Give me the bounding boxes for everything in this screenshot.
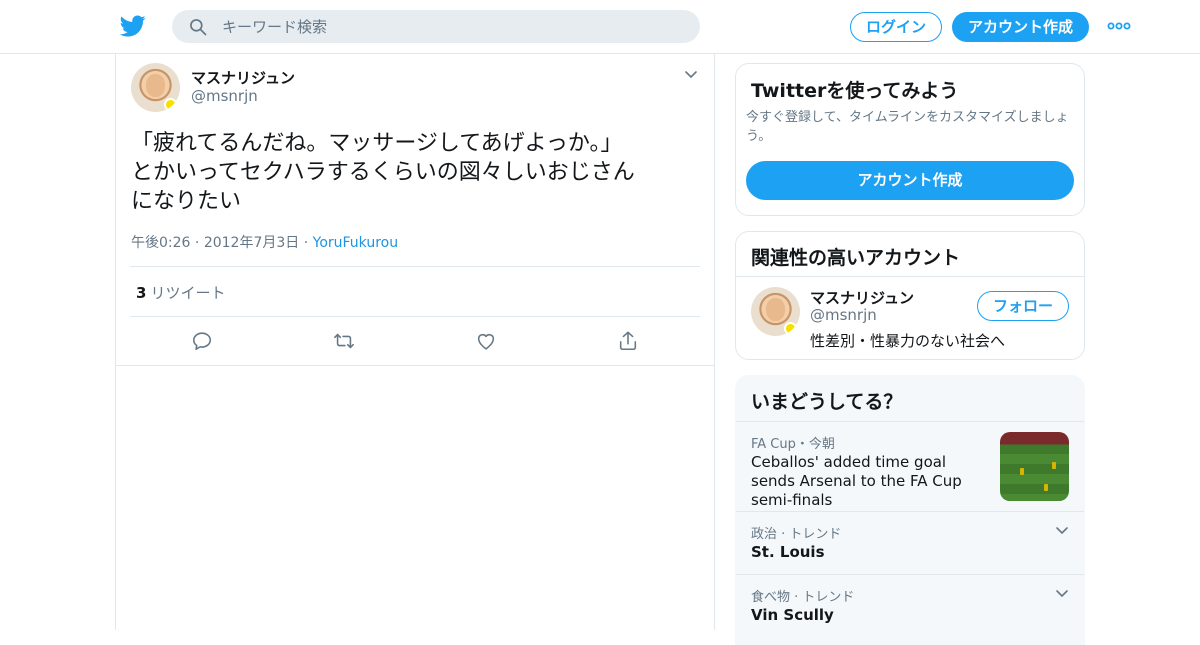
trend-title: Ceballos' added time goal sends Arsenal … — [751, 453, 962, 509]
follow-button[interactable]: フォロー — [977, 291, 1069, 321]
trend-thumbnail-image — [1000, 432, 1069, 501]
tweet-source-link[interactable]: YoruFukurou — [313, 235, 398, 251]
top-navigation-bar: ログイン アカウント作成 — [0, 0, 1200, 54]
tweet-timestamp: 午後0:26 · 2012年7月3日 · YoruFukurou — [131, 232, 398, 252]
signup-card: Twitterを使ってみよう 今すぐ登録して、タイムラインをカスタマイズしましょ… — [735, 63, 1085, 216]
signup-card-title: Twitterを使ってみよう — [751, 80, 959, 102]
share-icon[interactable] — [617, 330, 639, 352]
tweet-column: マスナリジュン @msnrjn 「疲れてるんだね。マッサージしてあげよっか。」 … — [115, 54, 715, 630]
more-dots-icon[interactable] — [1107, 20, 1131, 32]
trend-item[interactable]: 政治 · トレンド St. Louis — [736, 511, 1084, 574]
author-name[interactable]: マスナリジュン — [191, 67, 295, 88]
divider — [116, 365, 714, 366]
author-handle[interactable]: @msnrjn — [191, 87, 258, 105]
related-account-name[interactable]: マスナリジュン — [810, 287, 914, 308]
trend-title: St. Louis — [751, 543, 825, 561]
login-button[interactable]: ログイン — [850, 12, 942, 42]
trend-item[interactable]: FA Cup・今朝 Ceballos' added time goal send… — [736, 421, 1084, 511]
tweet-text: 「疲れてるんだね。マッサージしてあげよっか。」 とかいってセクハラするくらいの図… — [131, 131, 635, 214]
reply-icon[interactable] — [191, 330, 213, 352]
like-icon[interactable] — [475, 330, 497, 352]
meta-separator: · — [303, 235, 313, 251]
retweet-label: リツイート — [150, 284, 226, 302]
trend-item[interactable]: 食べ物 · トレンド Vin Scully — [736, 574, 1084, 644]
retweet-stats[interactable]: 3 リツイート — [136, 282, 225, 303]
tweet-time[interactable]: 午後0:26 — [131, 235, 190, 251]
tweet-date[interactable]: 2012年7月3日 — [204, 235, 299, 251]
avatar[interactable] — [131, 63, 180, 112]
trend-meta: FA Cup・今朝 — [751, 437, 835, 452]
avatar[interactable] — [751, 287, 800, 336]
divider — [130, 266, 700, 267]
related-account-bio: 性差別・性暴力のない社会へ — [810, 332, 1006, 350]
signup-card-description: 今すぐ登録して、タイムラインをカスタマイズしましょう。 — [746, 110, 1069, 144]
related-accounts-card: 関連性の高いアカウント マスナリジュン @msnrjn フォロー 性差別・性暴力… — [735, 231, 1085, 360]
divider — [130, 316, 700, 317]
search-icon — [190, 19, 207, 36]
trend-title: Vin Scully — [751, 606, 834, 624]
trend-meta: 政治 · トレンド — [751, 527, 842, 542]
retweet-icon[interactable] — [333, 330, 355, 352]
trends-title: いまどうしてる？ — [751, 391, 903, 413]
chevron-down-icon[interactable] — [1055, 589, 1069, 599]
divider — [736, 276, 1084, 277]
trend-meta: 食べ物 · トレンド — [751, 590, 855, 605]
related-accounts-title: 関連性の高いアカウント — [751, 247, 961, 269]
chevron-down-icon[interactable] — [684, 70, 698, 80]
retweet-count: 3 — [136, 284, 147, 302]
trends-card: いまどうしてる？ FA Cup・今朝 Ceballos' added time … — [735, 375, 1085, 645]
chevron-down-icon[interactable] — [1055, 526, 1069, 536]
meta-separator: · — [194, 235, 204, 251]
related-account-handle[interactable]: @msnrjn — [810, 306, 877, 324]
signup-card-button[interactable]: アカウント作成 — [746, 161, 1074, 200]
search-bar[interactable] — [172, 10, 700, 43]
signup-button[interactable]: アカウント作成 — [952, 12, 1089, 42]
search-input[interactable] — [222, 10, 682, 43]
twitter-bird-icon[interactable] — [120, 13, 146, 39]
